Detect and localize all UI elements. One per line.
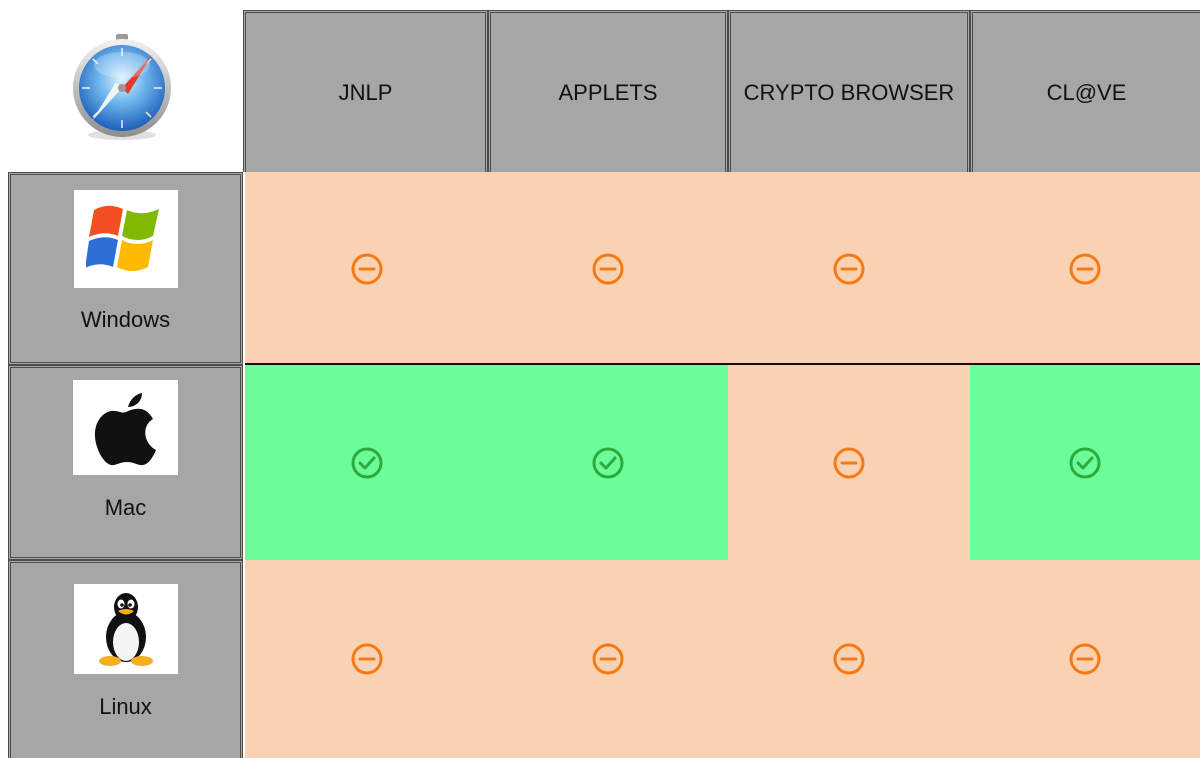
row-header-linux: Linux <box>8 560 243 758</box>
cell-windows-jnlp <box>245 172 488 365</box>
table-corner <box>0 0 243 172</box>
column-header-applets: APPLETS <box>488 10 728 172</box>
minus-circle-icon <box>833 253 865 284</box>
minus-circle-icon <box>351 643 382 675</box>
table-row-linux <box>245 560 1200 758</box>
minus-circle-icon <box>592 643 624 675</box>
cell-windows-crypto-browser <box>728 172 970 365</box>
check-circle-icon <box>1069 447 1101 478</box>
minus-circle-icon <box>1069 643 1101 675</box>
os-name: Mac <box>104 495 147 520</box>
cell-mac-jnlp <box>245 365 488 560</box>
table-row-windows <box>245 172 1200 365</box>
cell-windows-clave <box>970 172 1200 365</box>
tux-penguin-icon <box>98 593 153 666</box>
cell-mac-clave <box>970 365 1200 560</box>
cell-linux-applets <box>488 560 728 758</box>
cell-mac-crypto-browser <box>728 365 970 560</box>
column-header-clave: CL@VE <box>970 10 1200 172</box>
minus-circle-icon <box>351 253 382 284</box>
row-header-mac: Mac <box>8 365 243 560</box>
apple-logo-icon <box>94 392 156 465</box>
minus-circle-icon <box>833 447 865 478</box>
column-header-label: JNLP <box>338 79 393 105</box>
column-header-label: CRYPTO BROWSER <box>743 79 955 105</box>
compatibility-table: JNLP APPLETS CRYPTO BROWSER CL@VE Window… <box>0 0 1200 758</box>
minus-circle-icon <box>833 643 865 675</box>
os-name: Windows <box>80 307 171 332</box>
column-header-label: CL@VE <box>1046 79 1127 105</box>
row-header-windows: Windows <box>8 172 243 365</box>
windows-logo-icon <box>85 205 159 271</box>
cell-windows-applets <box>488 172 728 365</box>
cell-linux-jnlp <box>245 560 488 758</box>
apple-logo-box <box>73 380 178 475</box>
table-row-mac <box>245 365 1200 560</box>
minus-circle-icon <box>592 253 624 284</box>
column-header-jnlp: JNLP <box>243 10 488 172</box>
os-name: Linux <box>99 694 152 719</box>
cell-mac-applets <box>488 365 728 560</box>
check-circle-icon <box>592 447 624 478</box>
safari-browser-icon <box>73 34 171 140</box>
minus-circle-icon <box>1069 253 1101 284</box>
cell-linux-crypto-browser <box>728 560 970 758</box>
windows-logo-box <box>73 190 178 288</box>
cell-linux-clave <box>970 560 1200 758</box>
check-circle-icon <box>351 447 382 478</box>
tux-logo-box <box>73 584 178 674</box>
column-header-label: APPLETS <box>558 79 658 105</box>
column-header-crypto-browser: CRYPTO BROWSER <box>728 10 970 172</box>
